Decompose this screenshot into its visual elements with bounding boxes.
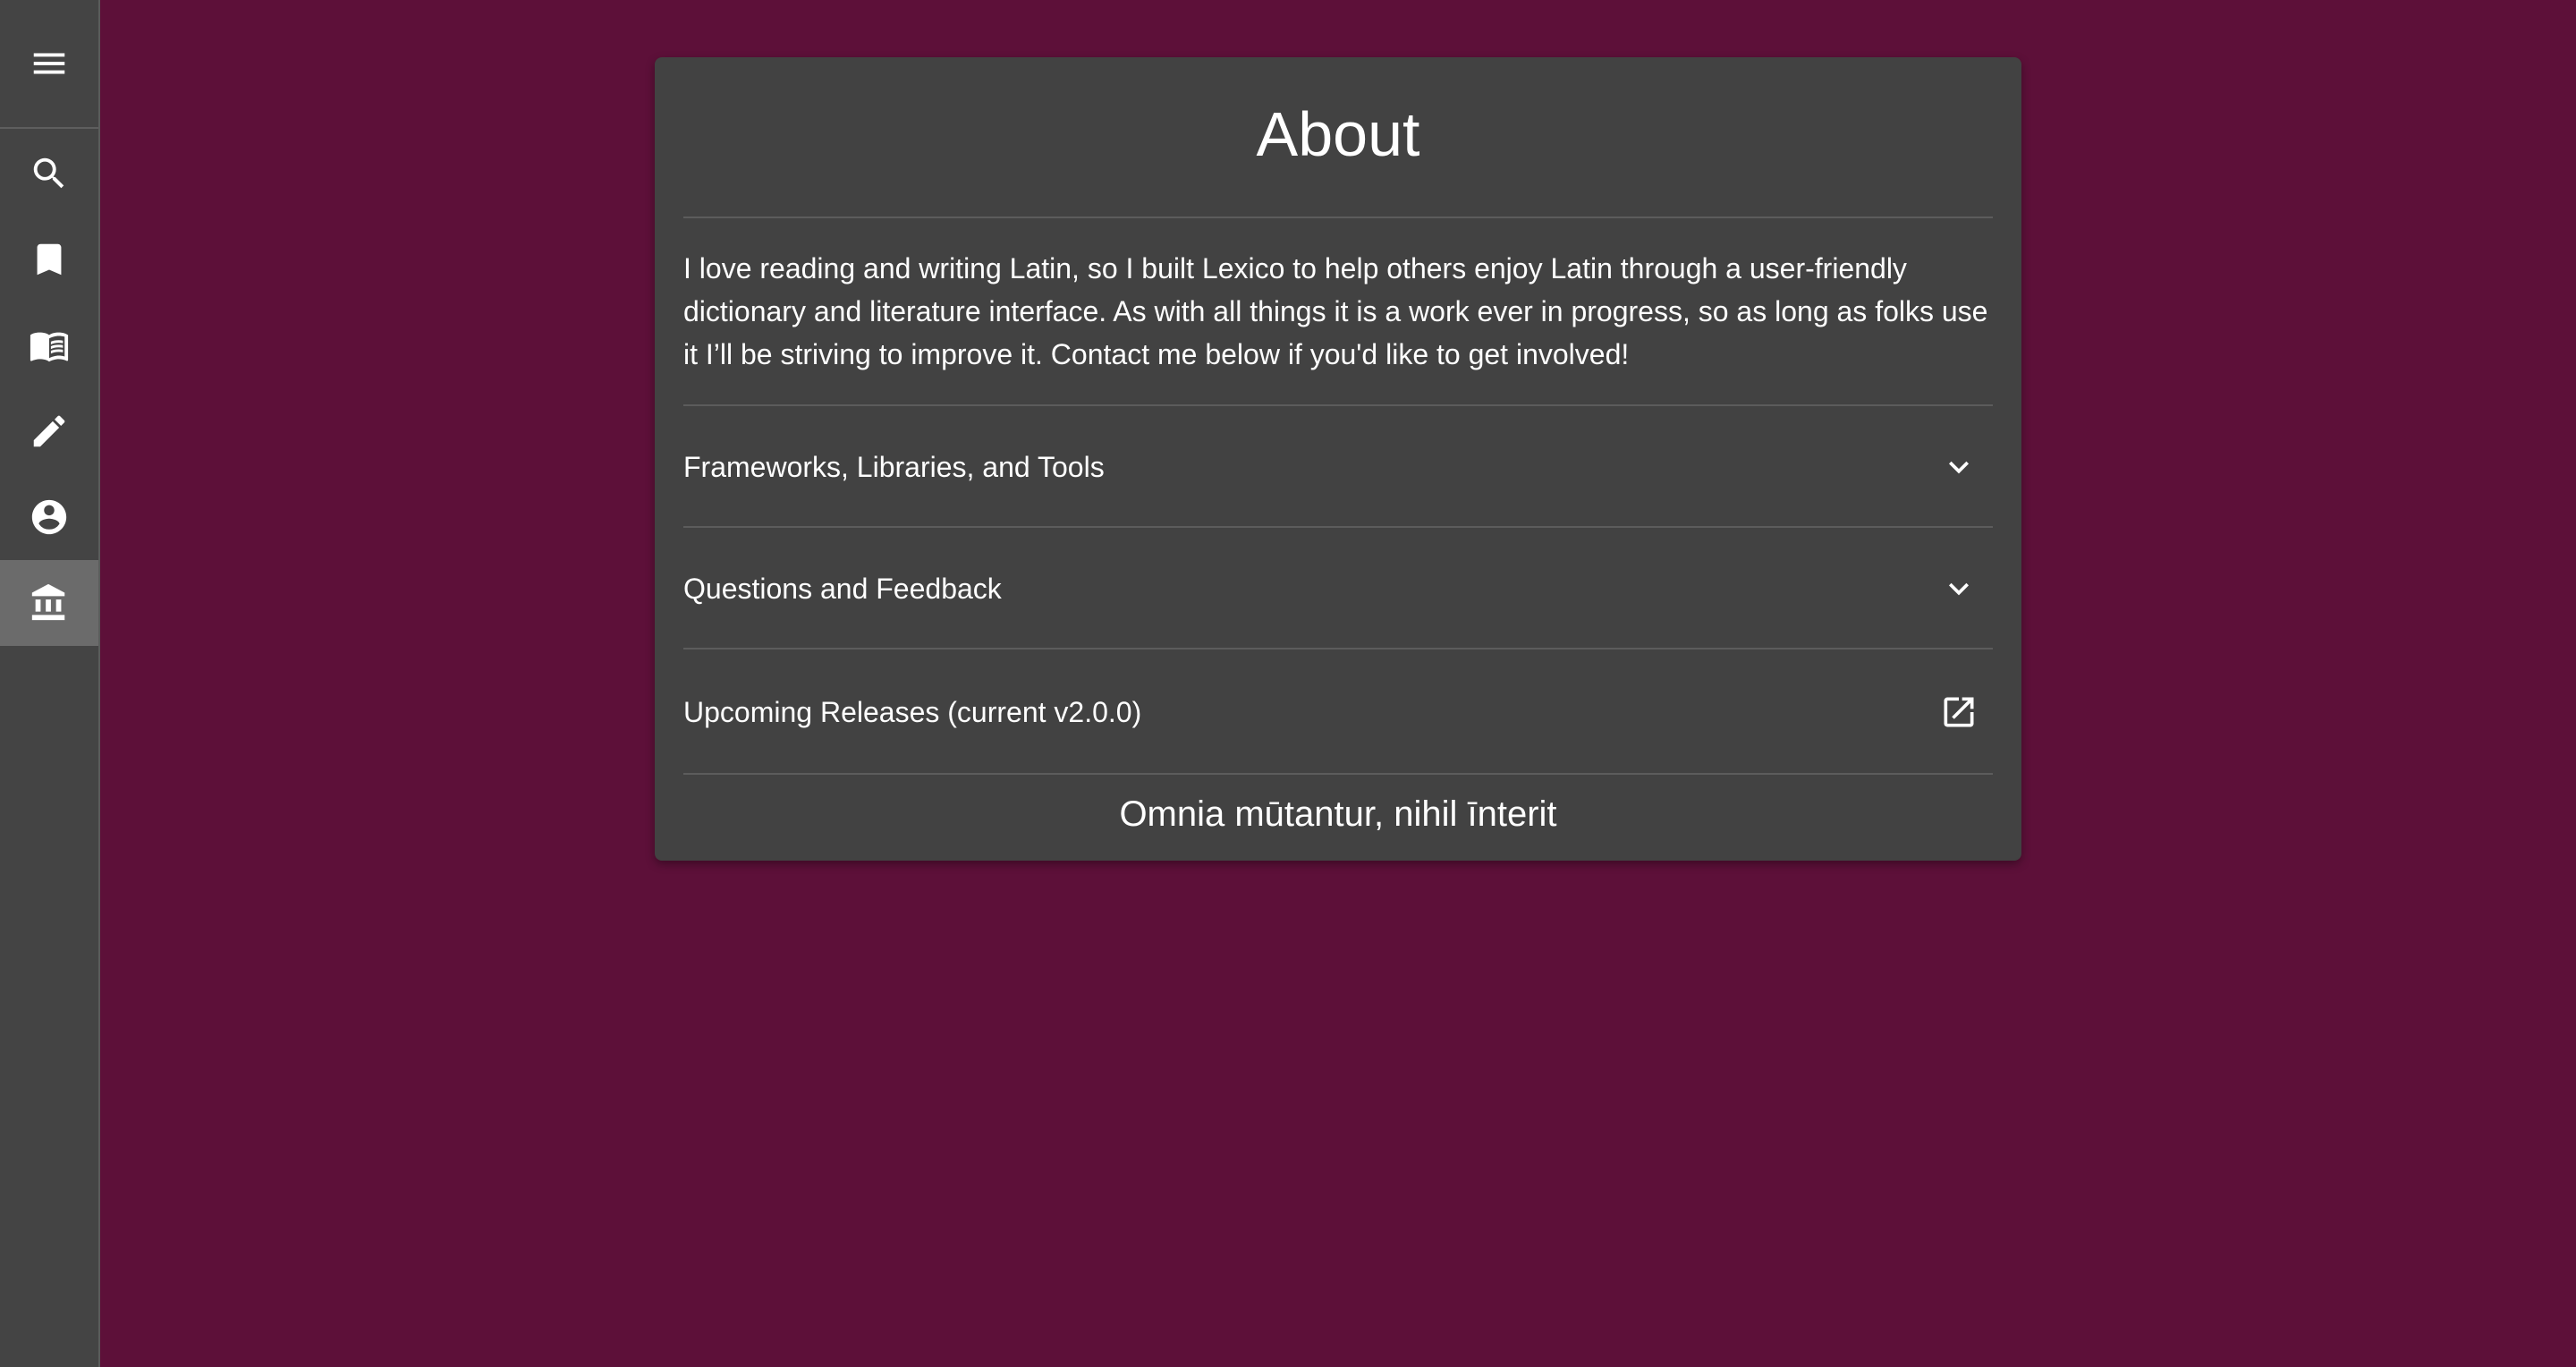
chevron-down-icon[interactable] bbox=[1939, 447, 1979, 487]
sidebar-item-edit[interactable] bbox=[0, 388, 98, 474]
chevron-down-icon[interactable] bbox=[1939, 569, 1979, 608]
institution-icon bbox=[31, 583, 65, 621]
motto: Omnia mūtantur, nihil īnterit bbox=[1119, 794, 1557, 834]
sidebar-item-library[interactable] bbox=[0, 302, 98, 388]
sidebar bbox=[0, 0, 100, 1367]
sidebar-item-bookmarks[interactable] bbox=[0, 217, 98, 302]
menu-icon bbox=[33, 53, 65, 74]
releases-label: Upcoming Releases (current v2.0.0) bbox=[683, 695, 1142, 728]
releases-link[interactable]: Upcoming Releases (current v2.0.0) bbox=[683, 650, 1993, 775]
feedback-expander[interactable]: Questions and Feedback bbox=[683, 528, 1993, 650]
intro-text: I love reading and writing Latin, so I b… bbox=[683, 252, 1988, 370]
divider bbox=[683, 217, 1993, 218]
feedback-label: Questions and Feedback bbox=[683, 572, 1002, 605]
sidebar-item-about[interactable] bbox=[0, 560, 98, 646]
book-icon bbox=[30, 332, 69, 362]
frameworks-expander[interactable]: Frameworks, Libraries, and Tools bbox=[683, 406, 1993, 528]
menu-button[interactable] bbox=[0, 0, 98, 129]
about-card: About I love reading and writing Latin, … bbox=[655, 57, 2021, 861]
open-in-new-icon[interactable] bbox=[1939, 692, 1979, 732]
sidebar-item-search[interactable] bbox=[0, 131, 98, 217]
pencil-icon bbox=[33, 415, 65, 447]
search-icon bbox=[33, 157, 64, 189]
bookmark-icon bbox=[37, 243, 62, 276]
divider bbox=[683, 773, 1993, 775]
account-circle-icon bbox=[31, 499, 67, 535]
page-title: About bbox=[1256, 99, 1420, 169]
frameworks-label: Frameworks, Libraries, and Tools bbox=[683, 450, 1105, 483]
sidebar-item-account[interactable] bbox=[0, 474, 98, 560]
